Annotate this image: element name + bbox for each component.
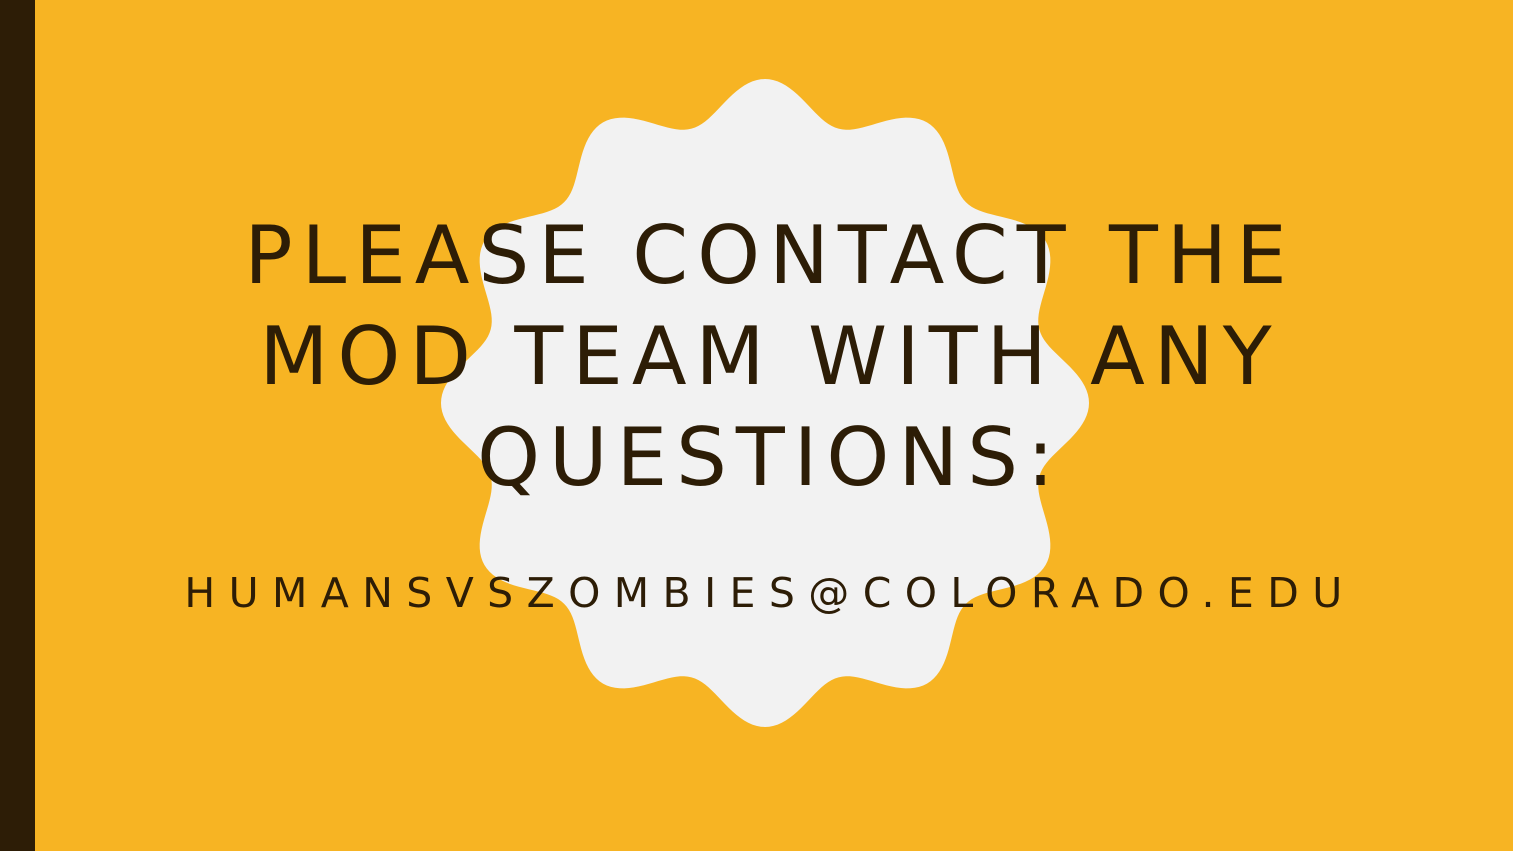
slide-title: PLEASE CONTACT THE MOD TEAM WITH ANY QUE…: [244, 209, 1296, 504]
slide: { "slide": { "title": "PLEASE CONTACT TH…: [0, 0, 1513, 851]
contact-email: HUMANSVSZOMBIES@COLORADO.EDU: [184, 569, 1356, 617]
left-accent-bar: [0, 0, 35, 851]
